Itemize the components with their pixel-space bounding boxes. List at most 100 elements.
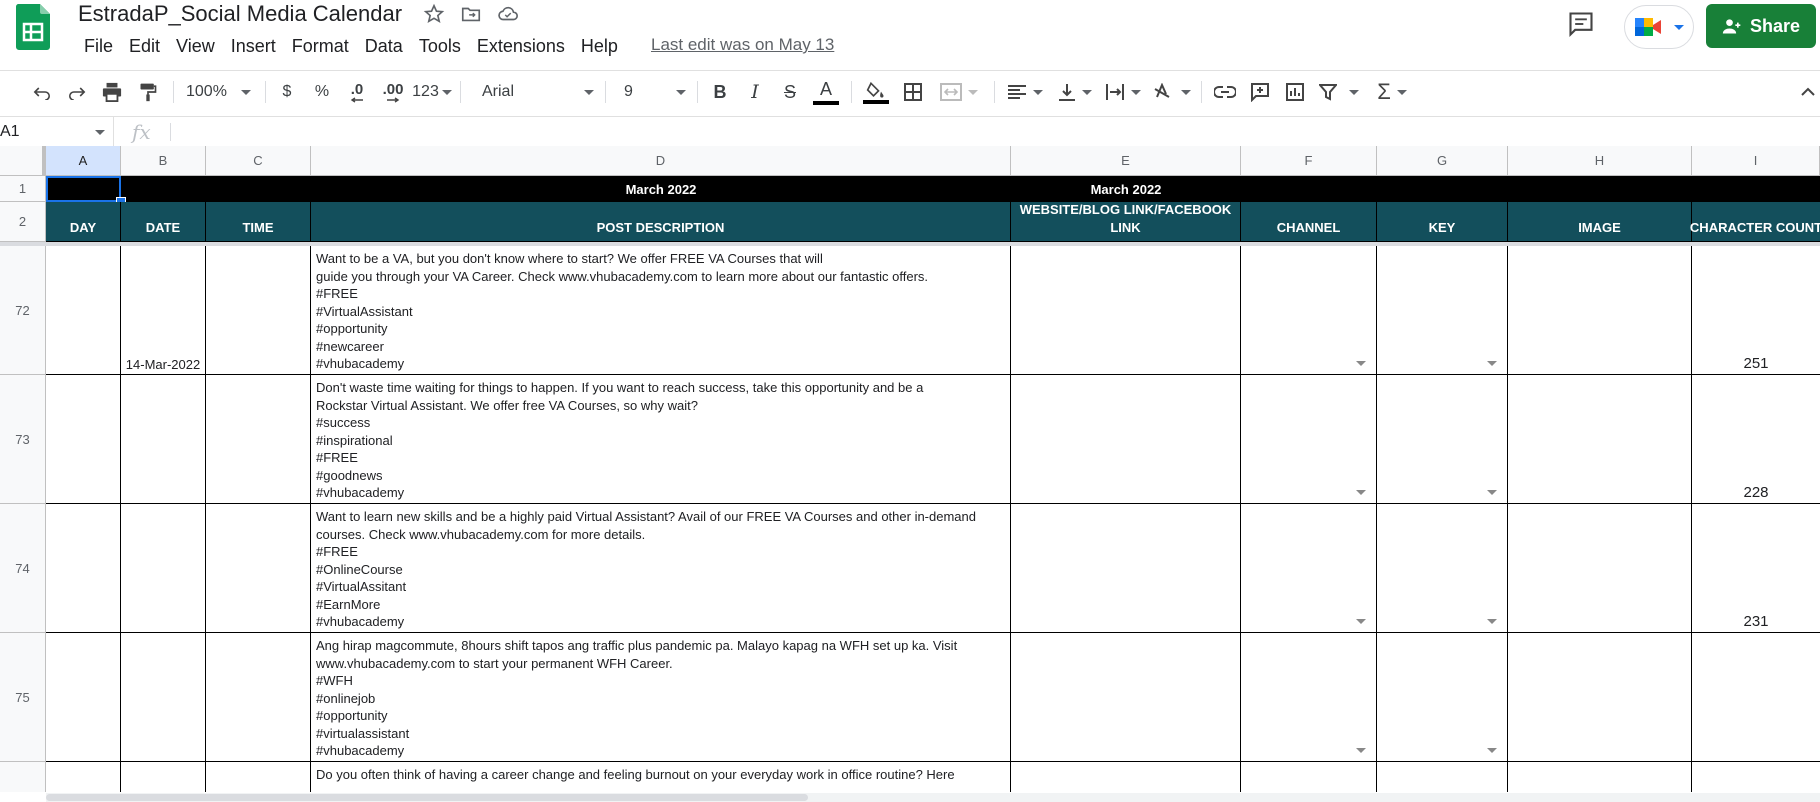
cell-character-count[interactable]: 228: [1692, 375, 1820, 504]
cell-image[interactable]: [1508, 375, 1692, 504]
percent-format-button[interactable]: %: [312, 79, 332, 105]
vertical-align-icon[interactable]: [1055, 79, 1095, 105]
cell-image[interactable]: [1508, 762, 1692, 792]
dropdown-arrow-icon[interactable]: [1356, 361, 1366, 366]
italic-button[interactable]: I: [743, 79, 767, 105]
last-edit-link[interactable]: Last edit was on May 13: [651, 35, 834, 55]
dropdown-arrow-icon[interactable]: [1356, 619, 1366, 624]
cell-time[interactable]: [206, 246, 311, 375]
cell-day[interactable]: [46, 375, 121, 504]
cell-post-description[interactable]: Don't waste time waiting for things to h…: [311, 375, 1011, 504]
cell-character-count[interactable]: [1692, 762, 1820, 792]
dropdown-arrow-icon[interactable]: [1487, 490, 1497, 495]
borders-icon[interactable]: [900, 79, 926, 105]
strikethrough-button[interactable]: S: [778, 79, 802, 105]
cell-day[interactable]: [46, 633, 121, 762]
increase-decimal-button[interactable]: .00: [378, 79, 408, 105]
paint-format-icon[interactable]: [134, 79, 162, 105]
collapse-toolbar-icon[interactable]: [1800, 79, 1816, 105]
comment-history-icon[interactable]: [1566, 10, 1600, 40]
cell-day[interactable]: [46, 246, 121, 375]
cell-channel[interactable]: [1241, 246, 1377, 375]
row-header[interactable]: [0, 762, 46, 792]
select-all-corner[interactable]: [0, 146, 46, 176]
menu-view[interactable]: View: [168, 34, 223, 58]
dropdown-arrow-icon[interactable]: [1487, 748, 1497, 753]
menu-file[interactable]: File: [76, 34, 121, 58]
cell-channel[interactable]: [1241, 504, 1377, 633]
cell-day[interactable]: [46, 762, 121, 792]
horizontal-align-icon[interactable]: [1005, 79, 1045, 105]
cell-post-description[interactable]: Do you often think of having a career ch…: [311, 762, 1011, 792]
scrollbar-thumb[interactable]: [46, 794, 808, 801]
column-header[interactable]: D: [311, 146, 1011, 176]
menu-help[interactable]: Help: [573, 34, 626, 58]
cell-link[interactable]: [1011, 375, 1241, 504]
text-rotation-icon[interactable]: [1152, 79, 1192, 105]
functions-icon[interactable]: Σ: [1372, 79, 1412, 105]
cell-post-description[interactable]: Want to learn new skills and be a highly…: [311, 504, 1011, 633]
cell-character-count[interactable]: [1692, 633, 1820, 762]
cell-time[interactable]: [206, 375, 311, 504]
menu-edit[interactable]: Edit: [121, 34, 168, 58]
cell-character-count[interactable]: 251: [1692, 246, 1820, 375]
menu-extensions[interactable]: Extensions: [469, 34, 573, 58]
cell-key[interactable]: [1377, 375, 1508, 504]
zoom-select[interactable]: 100%: [186, 79, 254, 105]
cell-key[interactable]: [1377, 504, 1508, 633]
cell-time[interactable]: [206, 762, 311, 792]
print-icon[interactable]: [98, 79, 126, 105]
cell-date[interactable]: [121, 633, 206, 762]
column-header[interactable]: C: [206, 146, 311, 176]
column-header[interactable]: B: [121, 146, 206, 176]
cell-day[interactable]: [46, 504, 121, 633]
redo-icon[interactable]: [63, 79, 91, 105]
cell-channel[interactable]: [1241, 762, 1377, 792]
merge-cells-icon[interactable]: [938, 79, 980, 105]
row-header[interactable]: 2: [0, 202, 46, 242]
name-box[interactable]: A1: [0, 117, 114, 147]
cell-key[interactable]: [1377, 762, 1508, 792]
cloud-saved-icon[interactable]: [496, 2, 520, 26]
cell-link[interactable]: [1011, 504, 1241, 633]
row-header[interactable]: 1: [0, 176, 46, 202]
move-folder-icon[interactable]: [459, 2, 483, 26]
insert-link-icon[interactable]: [1212, 79, 1238, 105]
row-header[interactable]: 73: [0, 375, 46, 504]
fill-color-icon[interactable]: [862, 79, 890, 105]
cell-post-description[interactable]: Ang hirap magcommute, 8hours shift tapos…: [311, 633, 1011, 762]
row-header[interactable]: 75: [0, 633, 46, 762]
cell-image[interactable]: [1508, 633, 1692, 762]
column-header[interactable]: F: [1241, 146, 1377, 176]
column-header[interactable]: A: [46, 146, 121, 176]
cell-post-description[interactable]: Want to be a VA, but you don't know wher…: [311, 246, 1011, 375]
menu-insert[interactable]: Insert: [223, 34, 284, 58]
cell-date[interactable]: [121, 375, 206, 504]
row-header[interactable]: 72: [0, 246, 46, 375]
menu-tools[interactable]: Tools: [411, 34, 469, 58]
cell-channel[interactable]: [1241, 633, 1377, 762]
selected-cell-a1[interactable]: [46, 176, 121, 202]
filter-icon[interactable]: [1317, 79, 1361, 105]
document-title[interactable]: EstradaP_Social Media Calendar: [78, 0, 402, 28]
row-header[interactable]: 74: [0, 504, 46, 633]
column-header[interactable]: H: [1508, 146, 1692, 176]
cell-image[interactable]: [1508, 504, 1692, 633]
star-icon[interactable]: [422, 2, 446, 26]
menu-format[interactable]: Format: [284, 34, 357, 58]
cell-time[interactable]: [206, 504, 311, 633]
more-formats-button[interactable]: 123: [412, 79, 452, 105]
cell-date[interactable]: [121, 504, 206, 633]
dropdown-arrow-icon[interactable]: [1487, 619, 1497, 624]
undo-icon[interactable]: [28, 79, 56, 105]
dropdown-arrow-icon[interactable]: [1487, 361, 1497, 366]
cell-channel[interactable]: [1241, 375, 1377, 504]
share-button[interactable]: Share: [1706, 4, 1816, 48]
column-header[interactable]: G: [1377, 146, 1508, 176]
cell-date[interactable]: [121, 762, 206, 792]
cell-key[interactable]: [1377, 633, 1508, 762]
column-header[interactable]: I: [1692, 146, 1820, 176]
sheets-logo-icon[interactable]: [15, 4, 51, 50]
meet-button[interactable]: [1624, 5, 1694, 49]
cell-image[interactable]: [1508, 246, 1692, 375]
